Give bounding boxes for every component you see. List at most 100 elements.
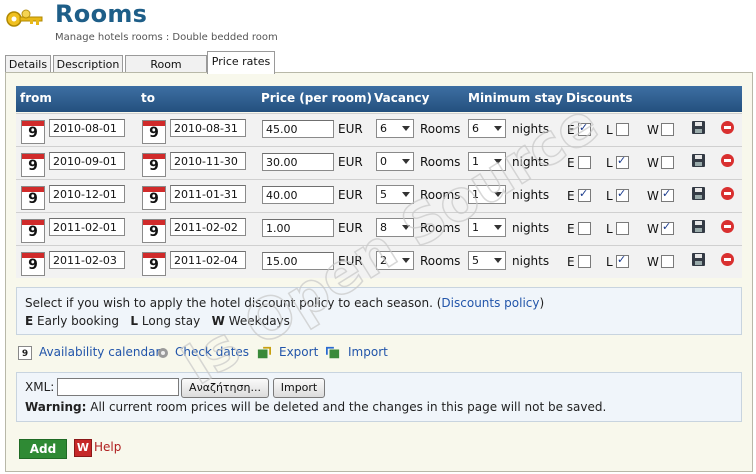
from-date-input[interactable]: 2011-02-01	[49, 218, 125, 236]
calendar-icon[interactable]: 9	[21, 120, 45, 144]
discount-info-box: Select if you wish to apply the hotel di…	[16, 287, 742, 335]
from-date-input[interactable]: 2010-08-01	[49, 119, 125, 137]
from-date-input[interactable]: 2010-09-01	[49, 152, 125, 170]
nights-label: nights	[512, 221, 550, 235]
calendar-icon[interactable]: 9	[142, 252, 166, 276]
delete-icon[interactable]	[721, 154, 734, 167]
import-icon	[326, 346, 340, 359]
discounts-policy-link[interactable]: Discounts policy	[441, 296, 539, 310]
to-date-input[interactable]: 2010-08-31	[170, 119, 246, 137]
keys-icon	[6, 9, 43, 27]
long-stay-checkbox[interactable]	[616, 123, 629, 136]
long-stay-checkbox[interactable]	[616, 253, 629, 268]
minimum-stay-select[interactable]: 6	[468, 119, 506, 138]
gear-icon	[158, 348, 168, 358]
to-date-input[interactable]: 2011-02-02	[170, 218, 246, 236]
vacancy-select[interactable]: 2	[376, 251, 414, 270]
minimum-stay-select[interactable]: 1	[468, 218, 506, 237]
discount-legend: E Early booking L Long stay W Weekdays	[25, 314, 290, 328]
calendar-icon[interactable]: 9	[142, 153, 166, 177]
price-input[interactable]: 15.00	[262, 252, 334, 270]
tab-room-facilities[interactable]: Room facilities	[125, 55, 207, 88]
save-icon[interactable]	[692, 154, 705, 167]
page-subtitle: Manage hotels rooms : Double bedded room	[55, 32, 278, 43]
tab-description[interactable]: Description	[53, 55, 123, 73]
tab-panel: from to Price (per room) Vacancy Minimum…	[5, 72, 753, 472]
nights-label: nights	[512, 122, 550, 136]
weekdays-checkbox[interactable]	[661, 156, 674, 169]
save-icon[interactable]	[692, 253, 705, 266]
long-stay-checkbox[interactable]	[616, 187, 629, 202]
weekdays-checkbox[interactable]	[661, 187, 674, 202]
xml-file-input[interactable]	[57, 378, 179, 396]
tab-price-rates[interactable]: Price rates	[207, 51, 275, 74]
early-booking-checkbox[interactable]	[578, 121, 591, 136]
weekdays-label: W	[647, 156, 659, 170]
delete-icon[interactable]	[721, 253, 734, 266]
long-stay-label: L	[606, 123, 613, 137]
minimum-stay-select[interactable]: 1	[468, 152, 506, 171]
price-input[interactable]: 45.00	[262, 120, 334, 138]
price-input[interactable]: 40.00	[262, 186, 334, 204]
help-link[interactable]: Help	[94, 440, 121, 454]
rooms-label: Rooms	[420, 254, 461, 268]
weekdays-label: W	[647, 123, 659, 137]
calendar-icon[interactable]: 9	[21, 219, 45, 243]
early-booking-label: E	[567, 189, 575, 203]
price-input[interactable]: 30.00	[262, 153, 334, 171]
calendar-icon[interactable]: 9	[142, 120, 166, 144]
from-date-input[interactable]: 2010-12-01	[49, 185, 125, 203]
to-date-input[interactable]: 2010-11-30	[170, 152, 246, 170]
header-to: to	[141, 91, 155, 105]
early-booking-checkbox[interactable]	[578, 156, 591, 169]
currency-label: EUR	[338, 188, 363, 202]
calendar-icon[interactable]: 9	[21, 153, 45, 177]
xml-import-button[interactable]: Import	[273, 378, 325, 398]
delete-icon[interactable]	[721, 220, 734, 233]
from-date-input[interactable]: 2011-02-03	[49, 251, 125, 269]
currency-label: EUR	[338, 254, 363, 268]
add-button[interactable]: Add	[19, 439, 67, 459]
to-date-input[interactable]: 2011-02-04	[170, 251, 246, 269]
to-date-input[interactable]: 2011-01-31	[170, 185, 246, 203]
save-icon[interactable]	[692, 187, 705, 200]
grid-header: from to Price (per room) Vacancy Minimum…	[16, 86, 742, 112]
save-icon[interactable]	[692, 220, 705, 233]
price-input[interactable]: 1.00	[262, 219, 334, 237]
calendar-icon[interactable]: 9	[21, 252, 45, 276]
vacancy-select[interactable]: 8	[376, 218, 414, 237]
page-title: Rooms	[55, 0, 148, 28]
tab-details[interactable]: Details	[5, 55, 51, 73]
weekdays-checkbox[interactable]	[661, 123, 674, 136]
price-row: 9 2010-08-01 9 2010-08-31 45.00 EUR 6 Ro…	[16, 113, 742, 146]
long-stay-checkbox[interactable]	[616, 222, 629, 235]
early-booking-checkbox[interactable]	[578, 187, 591, 202]
weekdays-checkbox[interactable]	[661, 220, 674, 235]
weekdays-checkbox[interactable]	[661, 255, 674, 268]
save-icon[interactable]	[692, 121, 705, 134]
minimum-stay-select[interactable]: 5	[468, 251, 506, 270]
help-icon[interactable]: W	[74, 439, 92, 457]
vacancy-select[interactable]: 6	[376, 119, 414, 138]
calendar-icon[interactable]: 9	[142, 186, 166, 210]
early-booking-label: E	[567, 123, 575, 137]
header-from: from	[20, 91, 52, 105]
minimum-stay-select[interactable]: 1	[468, 185, 506, 204]
weekdays-label: W	[647, 255, 659, 269]
vacancy-select[interactable]: 5	[376, 185, 414, 204]
early-booking-checkbox[interactable]	[578, 255, 591, 268]
vacancy-select[interactable]: 0	[376, 152, 414, 171]
long-stay-label: L	[606, 255, 613, 269]
delete-icon[interactable]	[721, 187, 734, 200]
calendar-icon[interactable]: 9	[21, 186, 45, 210]
delete-icon[interactable]	[721, 121, 734, 134]
currency-label: EUR	[338, 155, 363, 169]
early-booking-checkbox[interactable]	[578, 222, 591, 235]
header-vacancy: Vacancy	[374, 91, 430, 105]
currency-label: EUR	[338, 122, 363, 136]
early-booking-label: E	[567, 255, 575, 269]
browse-button[interactable]: Αναζήτηση...	[181, 378, 269, 398]
long-stay-checkbox[interactable]	[616, 154, 629, 169]
calendar-icon[interactable]: 9	[142, 219, 166, 243]
long-stay-label: L	[606, 156, 613, 170]
